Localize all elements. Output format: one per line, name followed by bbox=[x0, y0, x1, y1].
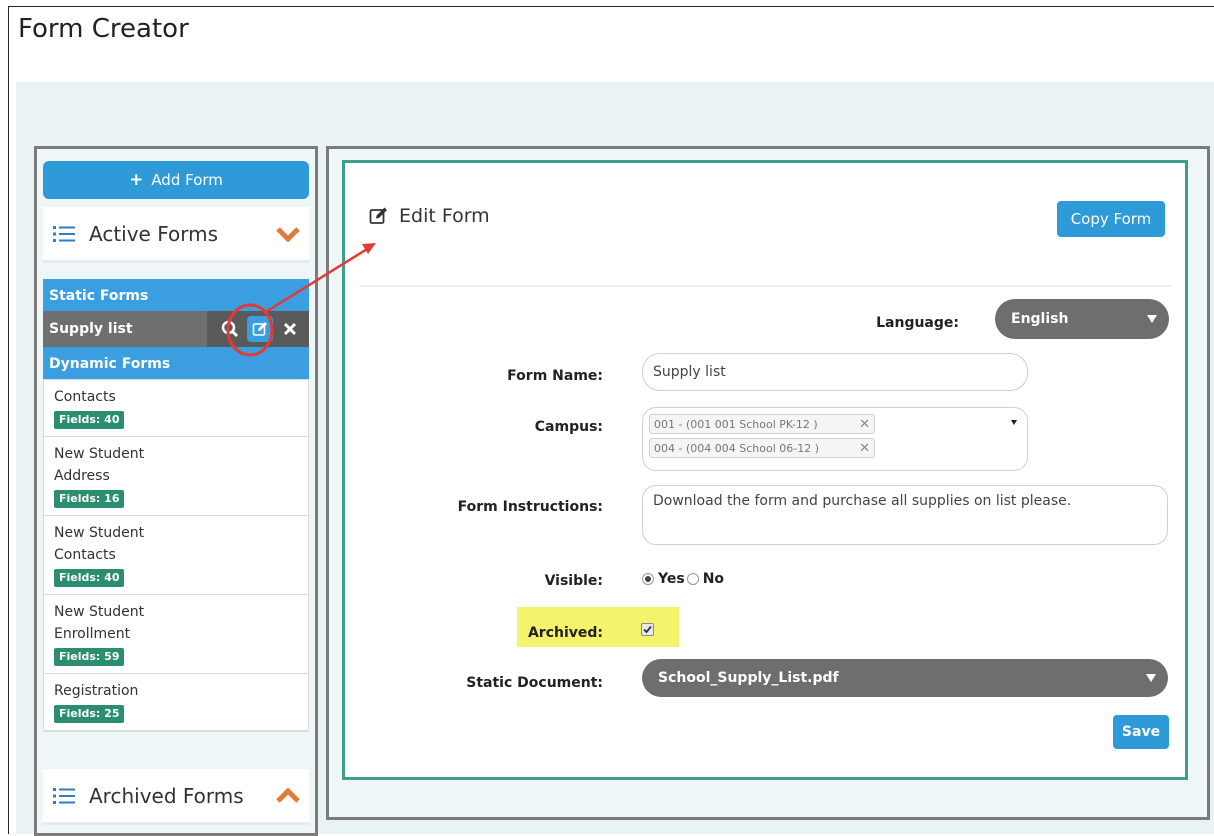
caret-down-icon bbox=[1146, 674, 1156, 682]
form-name: Contacts bbox=[54, 389, 116, 405]
dynamic-forms-header: Dynamic Forms bbox=[43, 347, 309, 379]
row-actions bbox=[207, 311, 309, 347]
list-item[interactable]: New Student Contacts Fields: 40 bbox=[44, 516, 308, 595]
list-item[interactable]: Registration Fields: 25 bbox=[44, 674, 308, 731]
visible-radio-group: Yes No bbox=[642, 571, 724, 587]
edit-icon bbox=[369, 207, 387, 224]
edit-icon[interactable] bbox=[247, 316, 273, 342]
visible-yes-label: Yes bbox=[658, 571, 685, 587]
remove-tag-icon[interactable]: ✕ bbox=[859, 441, 870, 456]
dynamic-forms-list: Contacts Fields: 40 New Student Address … bbox=[43, 379, 309, 732]
form-name-input[interactable]: Supply list bbox=[642, 353, 1028, 391]
static-form-name: Supply list bbox=[49, 321, 133, 337]
campus-tag-label: 004 - (004 004 School 06-12 ) bbox=[654, 441, 819, 455]
close-icon[interactable] bbox=[277, 316, 303, 342]
static-document-label: Static Document: bbox=[466, 675, 603, 691]
language-label: Language: bbox=[876, 315, 959, 331]
visible-no-radio[interactable] bbox=[686, 573, 699, 585]
edit-form-heading: Edit Form bbox=[369, 205, 490, 227]
form-instructions-label: Form Instructions: bbox=[457, 499, 603, 515]
visible-no-label: No bbox=[702, 571, 725, 587]
form-name: Registration bbox=[54, 683, 139, 699]
campus-multiselect[interactable]: 001 - (001 001 School PK-12 ) ✕ 004 - (0… bbox=[642, 407, 1028, 471]
language-select[interactable]: English bbox=[995, 299, 1169, 339]
add-form-button[interactable]: + Add Form bbox=[43, 161, 309, 199]
chevron-down-icon[interactable] bbox=[275, 225, 301, 243]
form-name: New Student Contacts bbox=[54, 525, 145, 563]
remove-tag-icon[interactable]: ✕ bbox=[859, 417, 870, 432]
edit-form-title: Edit Form bbox=[399, 205, 490, 227]
campus-tag-label: 001 - (001 001 School PK-12 ) bbox=[654, 417, 818, 431]
list-icon bbox=[53, 225, 75, 242]
fields-badge: Fields: 25 bbox=[54, 705, 125, 723]
fields-badge: Fields: 40 bbox=[54, 569, 125, 587]
campus-tag[interactable]: 001 - (001 001 School PK-12 ) ✕ bbox=[649, 414, 875, 434]
archived-forms-header[interactable]: Archived Forms bbox=[43, 769, 309, 825]
divider bbox=[359, 285, 1171, 287]
page-title: Form Creator bbox=[18, 14, 189, 44]
static-document-value: School_Supply_List.pdf bbox=[658, 670, 839, 686]
copy-form-button[interactable]: Copy Form bbox=[1057, 201, 1165, 237]
form-name: New Student Enrollment bbox=[54, 604, 145, 642]
fields-badge: Fields: 40 bbox=[54, 411, 125, 429]
static-document-select[interactable]: School_Supply_List.pdf bbox=[642, 659, 1168, 697]
plus-icon: + bbox=[129, 170, 144, 190]
visible-yes-radio[interactable] bbox=[642, 573, 654, 585]
sidebar: + Add Form Active Forms Static Forms Sup… bbox=[34, 146, 318, 836]
archived-forms-label: Archived Forms bbox=[89, 783, 244, 808]
search-icon[interactable] bbox=[217, 316, 243, 342]
form-name: New Student Address bbox=[54, 446, 145, 484]
form-name-label: Form Name: bbox=[507, 368, 603, 384]
caret-down-icon bbox=[1147, 315, 1157, 323]
archived-label: Archived: bbox=[527, 625, 603, 641]
campus-tag[interactable]: 004 - (004 004 School 06-12 ) ✕ bbox=[649, 438, 875, 458]
edit-form-panel: Edit Form Copy Form Language: English Fo… bbox=[342, 160, 1188, 780]
chevron-up-icon[interactable] bbox=[275, 786, 301, 805]
language-value: English bbox=[1011, 311, 1069, 327]
list-item[interactable]: New Student Enrollment Fields: 59 bbox=[44, 595, 308, 674]
checkmark-icon bbox=[643, 625, 652, 634]
fields-badge: Fields: 59 bbox=[54, 648, 125, 666]
active-forms-header[interactable]: Active Forms bbox=[43, 207, 309, 263]
list-item[interactable]: Contacts Fields: 40 bbox=[44, 380, 308, 437]
fields-badge: Fields: 16 bbox=[54, 490, 125, 508]
add-form-label: Add Form bbox=[151, 171, 223, 189]
form-instructions-input[interactable]: Download the form and purchase all suppl… bbox=[642, 485, 1168, 545]
visible-label: Visible: bbox=[544, 573, 603, 589]
caret-down-icon[interactable] bbox=[1011, 420, 1017, 425]
list-item[interactable]: New Student Address Fields: 16 bbox=[44, 437, 308, 516]
static-form-row[interactable]: Supply list bbox=[43, 311, 309, 347]
static-forms-header: Static Forms bbox=[43, 279, 309, 311]
campus-label: Campus: bbox=[534, 419, 603, 435]
list-icon bbox=[53, 787, 75, 804]
active-forms-label: Active Forms bbox=[89, 221, 219, 246]
save-button[interactable]: Save bbox=[1113, 715, 1169, 749]
archived-checkbox[interactable] bbox=[641, 623, 654, 636]
form-name-value: Supply list bbox=[653, 364, 726, 380]
